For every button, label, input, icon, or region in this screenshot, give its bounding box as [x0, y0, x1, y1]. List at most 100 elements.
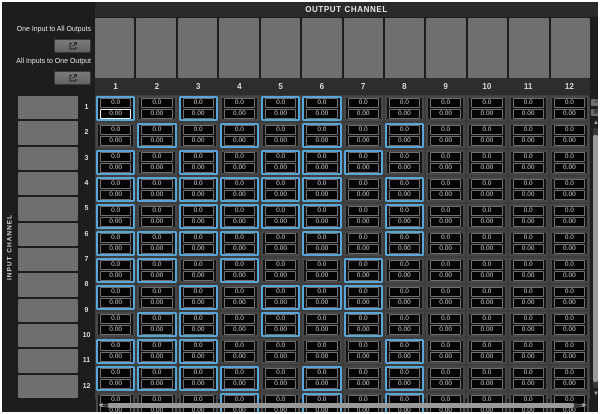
crosspoint-r7-c6[interactable]: 0.00.00	[302, 258, 341, 283]
gain-value-box[interactable]: 0.0	[100, 206, 131, 216]
gain-value-box[interactable]: 0.0	[471, 314, 502, 324]
gain-value-box[interactable]: 0.0	[554, 179, 585, 189]
secondary-value-box[interactable]: 0.00	[141, 244, 172, 254]
secondary-value-box[interactable]: 0.00	[348, 298, 379, 308]
output-channel-number-7[interactable]: 7	[343, 78, 384, 95]
secondary-value-box[interactable]: 0.00	[265, 109, 296, 119]
crosspoint-r9-c5[interactable]: 0.00.00	[261, 312, 300, 337]
gain-value-box[interactable]: 0.0	[141, 341, 172, 351]
secondary-value-box[interactable]: 0.00	[265, 325, 296, 335]
ms-chip-icon[interactable]: ≡	[591, 99, 598, 106]
gain-value-box[interactable]: 0.0	[554, 206, 585, 216]
secondary-value-box[interactable]: 0.00	[430, 271, 461, 281]
crosspoint-r6-c2[interactable]: 0.00.00	[137, 231, 176, 256]
gain-value-box[interactable]: 0.0	[471, 206, 502, 216]
secondary-value-box[interactable]: 0.00	[430, 109, 461, 119]
secondary-value-box[interactable]: 0.00	[389, 271, 420, 281]
secondary-value-box[interactable]: 0.00	[513, 325, 544, 335]
secondary-value-box[interactable]: 0.00	[100, 217, 131, 227]
gain-value-box[interactable]: 0.0	[224, 260, 255, 270]
secondary-value-box[interactable]: 0.00	[348, 352, 379, 362]
gain-value-box[interactable]: 0.0	[471, 341, 502, 351]
gain-value-box[interactable]: 0.0	[430, 341, 461, 351]
gain-value-box[interactable]: 0.0	[265, 368, 296, 378]
secondary-value-box[interactable]: 0.00	[389, 136, 420, 146]
crosspoint-r2-c5[interactable]: 0.00.00	[261, 123, 300, 148]
secondary-value-box[interactable]: 0.00	[306, 352, 337, 362]
secondary-value-box[interactable]: 0.00	[224, 271, 255, 281]
gain-value-box[interactable]: 0.0	[348, 179, 379, 189]
secondary-value-box[interactable]: 0.00	[554, 109, 585, 119]
gain-value-box[interactable]: 0.0	[513, 125, 544, 135]
gain-value-box[interactable]: 0.0	[306, 179, 337, 189]
crosspoint-r5-c3[interactable]: 0.00.00	[179, 204, 218, 229]
secondary-value-box[interactable]: 0.00	[224, 109, 255, 119]
gain-value-box[interactable]: 0.0	[389, 125, 420, 135]
gain-value-box[interactable]: 0.0	[306, 152, 337, 162]
secondary-value-box[interactable]: 0.00	[306, 244, 337, 254]
crosspoint-r5-c5[interactable]: 0.00.00	[261, 204, 300, 229]
gain-value-box[interactable]: 0.0	[141, 179, 172, 189]
secondary-value-box[interactable]: 0.00	[513, 298, 544, 308]
input-channel-number-4[interactable]: 4	[78, 171, 95, 196]
secondary-value-box[interactable]: 0.00	[141, 352, 172, 362]
gain-value-box[interactable]: 0.0	[348, 98, 379, 108]
crosspoint-r4-c7[interactable]: 0.00.00	[344, 177, 383, 202]
gain-value-box[interactable]: 0.0	[265, 314, 296, 324]
crosspoint-r11-c6[interactable]: 0.00.00	[302, 366, 341, 391]
crosspoint-r10-c11[interactable]: 0.00.00	[509, 339, 548, 364]
crosspoint-r3-c3[interactable]: 0.00.00	[179, 150, 218, 175]
crosspoint-r9-c8[interactable]: 0.00.00	[385, 312, 424, 337]
gain-value-box[interactable]: 0.0	[224, 368, 255, 378]
secondary-value-box[interactable]: 0.00	[471, 271, 502, 281]
gain-value-box[interactable]: 0.0	[183, 152, 214, 162]
input-channel-number-11[interactable]: 11	[78, 348, 95, 373]
crosspoint-r4-c12[interactable]: 0.00.00	[550, 177, 589, 202]
gain-value-box[interactable]: 0.0	[224, 206, 255, 216]
crosspoint-r2-c2[interactable]: 0.00.00	[137, 123, 176, 148]
crosspoint-r8-c4[interactable]: 0.00.00	[220, 285, 259, 310]
secondary-value-box[interactable]: 0.00	[224, 217, 255, 227]
crosspoint-r7-c5[interactable]: 0.00.00	[261, 258, 300, 283]
gain-value-box[interactable]: 0.0	[554, 233, 585, 243]
crosspoint-r6-c7[interactable]: 0.00.00	[344, 231, 383, 256]
gain-value-box[interactable]: 0.0	[430, 314, 461, 324]
crosspoint-r2-c4[interactable]: 0.00.00	[220, 123, 259, 148]
gain-value-box[interactable]: 0.0	[513, 152, 544, 162]
secondary-value-box[interactable]: 0.00	[554, 217, 585, 227]
crosspoint-r10-c7[interactable]: 0.00.00	[344, 339, 383, 364]
secondary-value-box[interactable]: 0.00	[183, 136, 214, 146]
crosspoint-r4-c2[interactable]: 0.00.00	[137, 177, 176, 202]
gain-value-box[interactable]: 0.0	[224, 152, 255, 162]
gain-value-box[interactable]: 0.0	[306, 368, 337, 378]
gain-value-box[interactable]: 0.0	[513, 98, 544, 108]
gain-value-box[interactable]: 0.0	[389, 341, 420, 351]
secondary-value-box[interactable]: 0.00	[389, 109, 420, 119]
crosspoint-r5-c9[interactable]: 0.00.00	[426, 204, 465, 229]
crosspoint-r3-c6[interactable]: 0.00.00	[302, 150, 341, 175]
gain-value-box[interactable]: 0.0	[306, 287, 337, 297]
gain-value-box[interactable]: 0.0	[141, 233, 172, 243]
secondary-value-box[interactable]: 0.00	[389, 352, 420, 362]
gain-value-box[interactable]: 0.0	[100, 368, 131, 378]
secondary-value-box[interactable]: 0.00	[141, 379, 172, 389]
secondary-value-box[interactable]: 0.00	[224, 244, 255, 254]
crosspoint-r2-c11[interactable]: 0.00.00	[509, 123, 548, 148]
secondary-value-box[interactable]: 0.00	[430, 325, 461, 335]
gain-value-box[interactable]: 0.0	[141, 287, 172, 297]
gain-value-box[interactable]: 0.0	[348, 287, 379, 297]
scroll-up-icon[interactable]: ▲	[590, 119, 598, 127]
secondary-value-box[interactable]: 0.00	[100, 325, 131, 335]
crosspoint-r3-c1[interactable]: 0.00.00	[96, 150, 135, 175]
secondary-value-box[interactable]: 0.00	[471, 217, 502, 227]
secondary-value-box[interactable]: 0.00	[224, 379, 255, 389]
gain-value-box[interactable]: 0.0	[513, 233, 544, 243]
crosspoint-r7-c7[interactable]: 0.00.00	[344, 258, 383, 283]
crosspoint-r2-c3[interactable]: 0.00.00	[179, 123, 218, 148]
input-channel-number-9[interactable]: 9	[78, 298, 95, 323]
gain-value-box[interactable]: 0.0	[471, 125, 502, 135]
input-channel-number-6[interactable]: 6	[78, 222, 95, 247]
gain-value-box[interactable]: 0.0	[141, 125, 172, 135]
crosspoint-r3-c7[interactable]: 0.00.00	[344, 150, 383, 175]
gain-value-box[interactable]: 0.0	[100, 98, 131, 108]
